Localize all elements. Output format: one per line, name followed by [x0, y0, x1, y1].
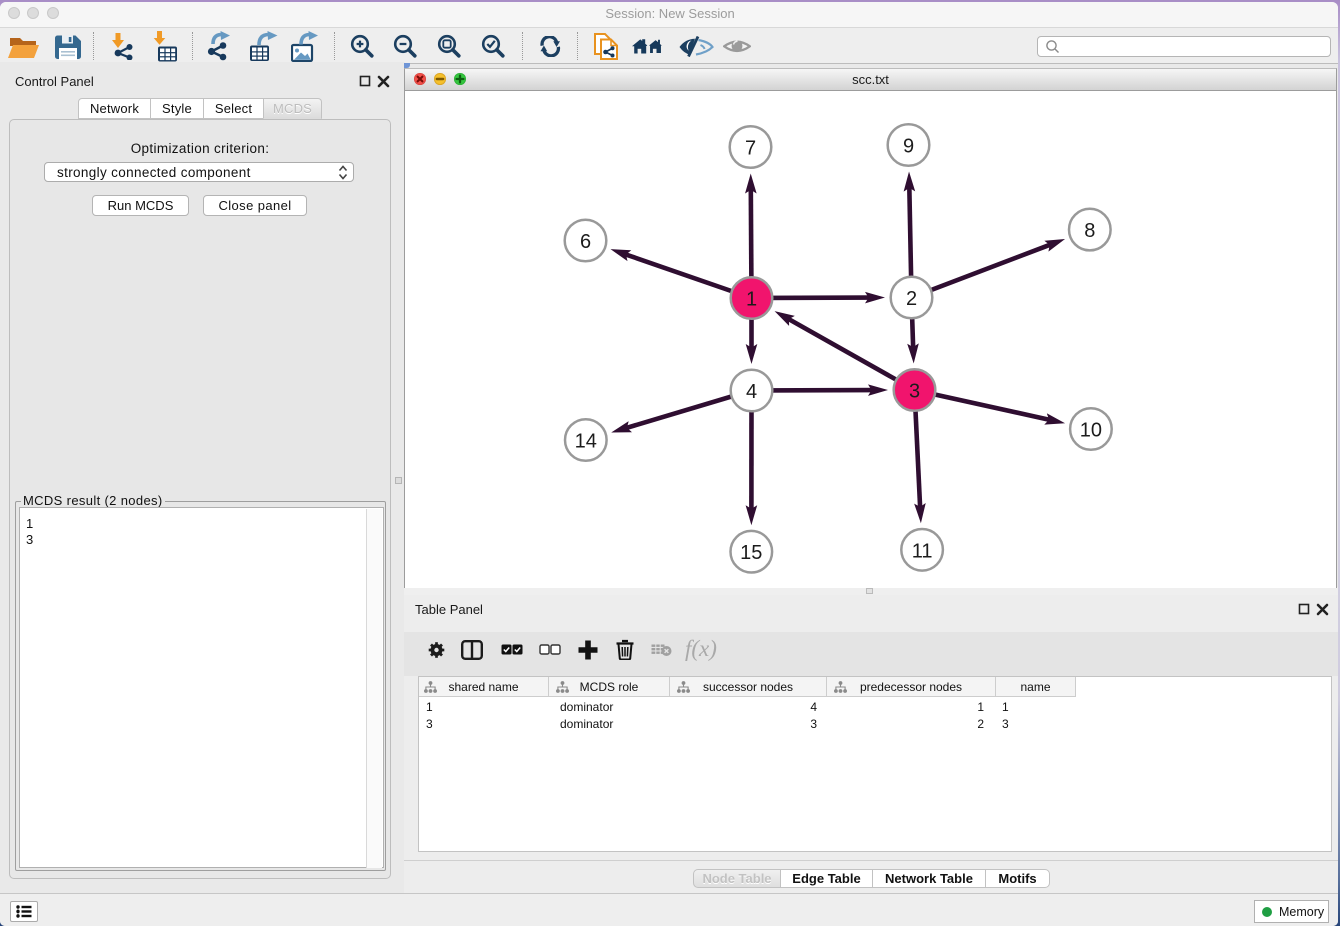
svg-text:14: 14	[575, 430, 597, 452]
svg-text:4: 4	[746, 381, 757, 403]
svg-text:2: 2	[906, 288, 917, 310]
svg-text:11: 11	[912, 540, 933, 562]
svg-text:8: 8	[1084, 220, 1095, 242]
svg-text:3: 3	[909, 380, 920, 402]
svg-text:7: 7	[745, 137, 756, 159]
svg-text:9: 9	[903, 135, 914, 157]
svg-text:1: 1	[746, 288, 757, 310]
svg-text:6: 6	[580, 231, 591, 253]
svg-text:10: 10	[1080, 419, 1102, 441]
svg-text:15: 15	[740, 542, 762, 564]
